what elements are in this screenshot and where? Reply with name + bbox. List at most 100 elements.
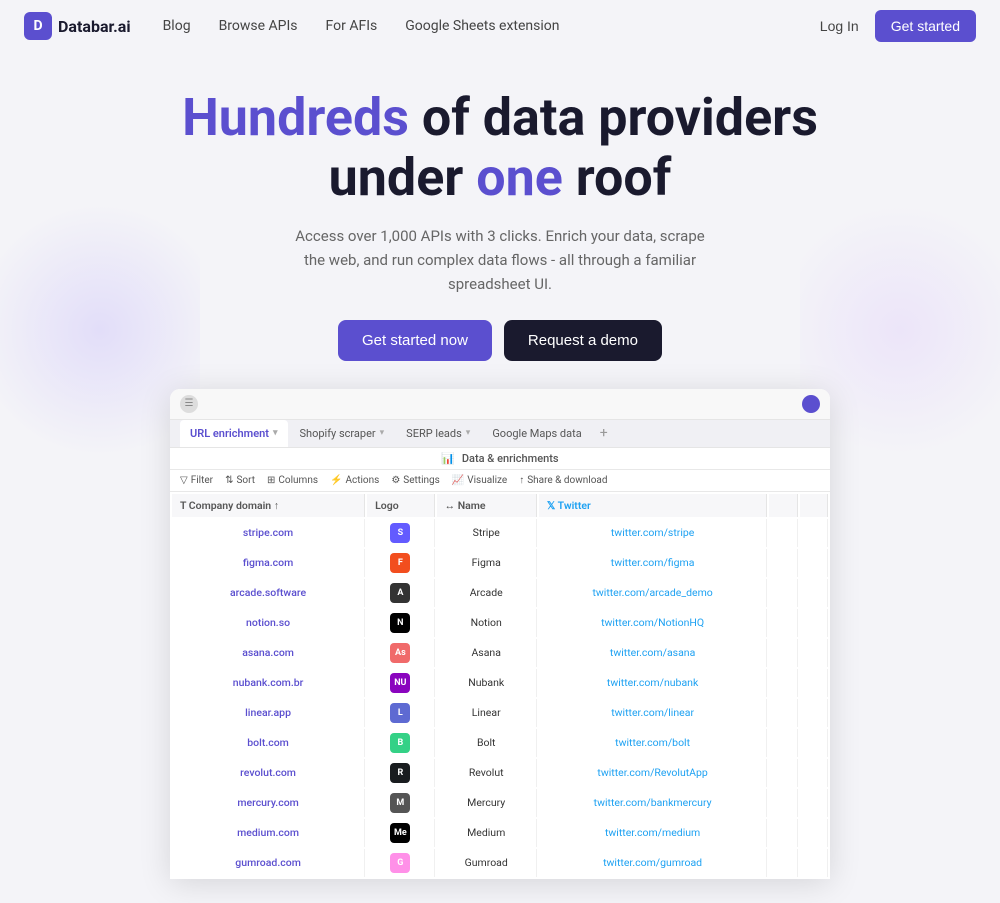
cell-empty1 xyxy=(769,819,797,847)
nav-right: Log In Get started xyxy=(820,10,976,42)
cell-company: bolt.com xyxy=(172,729,365,757)
table-row: gumroad.com G Gumroad twitter.com/gumroa… xyxy=(172,849,828,877)
nav-link-browse-apis[interactable]: Browse APIs xyxy=(219,18,298,34)
data-table: T Company domain ↑ Logo ↔ Name 𝕏 Twitter… xyxy=(170,492,830,879)
cell-empty1 xyxy=(769,849,797,877)
table-header-row: T Company domain ↑ Logo ↔ Name 𝕏 Twitter xyxy=(172,494,828,517)
cell-name: Notion xyxy=(437,609,537,637)
cell-empty1 xyxy=(769,579,797,607)
dash-sheet-label: 📊 Data & enrichments xyxy=(170,448,830,470)
cell-company: nubank.com.br xyxy=(172,669,365,697)
cell-twitter: twitter.com/NotionHQ xyxy=(539,609,768,637)
toolbar-columns[interactable]: ⊞ Columns xyxy=(267,475,318,486)
cell-name: Stripe xyxy=(437,519,537,547)
cell-twitter: twitter.com/bolt xyxy=(539,729,768,757)
nav-logo[interactable]: D Databar.ai xyxy=(24,12,131,40)
hero-heading-hundreds: Hundreds xyxy=(182,87,409,148)
cell-company: gumroad.com xyxy=(172,849,365,877)
cell-name: Gumroad xyxy=(437,849,537,877)
cell-logo: A xyxy=(367,579,434,607)
cell-company: asana.com xyxy=(172,639,365,667)
table-row: asana.com As Asana twitter.com/asana xyxy=(172,639,828,667)
cell-logo: Me xyxy=(367,819,434,847)
table-row: revolut.com R Revolut twitter.com/Revolu… xyxy=(172,759,828,787)
dash-tab-shopify-scraper[interactable]: Shopify scraper ▾ xyxy=(290,420,395,447)
cell-empty2 xyxy=(800,519,828,547)
table-row: stripe.com S Stripe twitter.com/stripe xyxy=(172,519,828,547)
table-row: notion.so N Notion twitter.com/NotionHQ xyxy=(172,609,828,637)
sheet-icon: 📊 xyxy=(441,452,455,465)
col-header-logo: Logo xyxy=(367,494,434,517)
cell-empty1 xyxy=(769,639,797,667)
cell-company: mercury.com xyxy=(172,789,365,817)
login-button[interactable]: Log In xyxy=(820,18,859,34)
cell-logo: M xyxy=(367,789,434,817)
hero-heading: Hundreds of data providers under one roo… xyxy=(20,88,980,208)
cell-logo: G xyxy=(367,849,434,877)
cell-twitter: twitter.com/asana xyxy=(539,639,768,667)
toolbar-actions[interactable]: ⚡ Actions xyxy=(330,475,379,486)
logo-text: Databar.ai xyxy=(58,17,131,36)
col-header-empty1 xyxy=(769,494,797,517)
col-header-company: T Company domain ↑ xyxy=(172,494,365,517)
cell-name: Arcade xyxy=(437,579,537,607)
cell-name: Asana xyxy=(437,639,537,667)
table-row: linear.app L Linear twitter.com/linear xyxy=(172,699,828,727)
toolbar-share-download[interactable]: ↑ Share & download xyxy=(519,475,607,486)
cell-name: Linear xyxy=(437,699,537,727)
hero-section: Hundreds of data providers under one roo… xyxy=(0,52,1000,903)
columns-icon: ⊞ xyxy=(267,475,275,486)
dash-toolbar: ▽ Filter ⇅ Sort ⊞ Columns ⚡ Actions ⚙ xyxy=(170,470,830,492)
cell-company: arcade.software xyxy=(172,579,365,607)
toolbar-sort[interactable]: ⇅ Sort xyxy=(225,475,255,486)
dash-tab-url-enrichment[interactable]: URL enrichment ▾ xyxy=(180,420,288,447)
dash-menu-icon: ☰ xyxy=(180,395,198,413)
toolbar-visualize[interactable]: 📈 Visualize xyxy=(452,475,507,486)
cell-empty2 xyxy=(800,819,828,847)
toolbar-filter[interactable]: ▽ Filter xyxy=(180,475,213,486)
cell-empty1 xyxy=(769,699,797,727)
dash-tabs: URL enrichment ▾ Shopify scraper ▾ SERP … xyxy=(170,420,830,448)
hero-subtext: Access over 1,000 APIs with 3 clicks. En… xyxy=(290,224,710,296)
nav-links: Blog Browse APIs For AFIs Google Sheets … xyxy=(163,18,560,34)
table-row: nubank.com.br NU Nubank twitter.com/nuba… xyxy=(172,669,828,697)
cell-empty1 xyxy=(769,789,797,817)
cell-logo: N xyxy=(367,609,434,637)
col-header-twitter: 𝕏 Twitter xyxy=(539,494,768,517)
cell-empty1 xyxy=(769,669,797,697)
cell-empty2 xyxy=(800,849,828,877)
nav-link-for-afis[interactable]: For AFIs xyxy=(326,18,378,34)
cell-twitter: twitter.com/stripe xyxy=(539,519,768,547)
cell-logo: B xyxy=(367,729,434,757)
cell-empty2 xyxy=(800,789,828,817)
nav-link-sheets-ext[interactable]: Google Sheets extension xyxy=(405,18,559,34)
cell-empty1 xyxy=(769,609,797,637)
cell-name: Mercury xyxy=(437,789,537,817)
cell-name: Medium xyxy=(437,819,537,847)
get-started-hero-button[interactable]: Get started now xyxy=(338,320,492,361)
cell-twitter: twitter.com/medium xyxy=(539,819,768,847)
hero-heading-part4: roof xyxy=(563,147,672,208)
cell-logo: S xyxy=(367,519,434,547)
cell-company: linear.app xyxy=(172,699,365,727)
table-row: bolt.com B Bolt twitter.com/bolt xyxy=(172,729,828,757)
add-tab-button[interactable]: + xyxy=(594,423,614,443)
cell-empty1 xyxy=(769,759,797,787)
share-icon: ↑ xyxy=(519,475,524,486)
cell-empty2 xyxy=(800,609,828,637)
nav-link-blog[interactable]: Blog xyxy=(163,18,191,34)
request-demo-button[interactable]: Request a demo xyxy=(504,320,662,361)
cell-twitter: twitter.com/arcade_demo xyxy=(539,579,768,607)
hero-heading-part3: under xyxy=(329,147,477,208)
cell-company: notion.so xyxy=(172,609,365,637)
table-row: mercury.com M Mercury twitter.com/bankme… xyxy=(172,789,828,817)
cell-empty2 xyxy=(800,669,828,697)
get-started-nav-button[interactable]: Get started xyxy=(875,10,976,42)
cell-name: Nubank xyxy=(437,669,537,697)
toolbar-settings[interactable]: ⚙ Settings xyxy=(391,475,439,486)
dash-tab-serp-leads[interactable]: SERP leads ▾ xyxy=(396,420,480,447)
filter-icon: ▽ xyxy=(180,475,188,486)
hero-heading-one: one xyxy=(476,147,563,208)
cell-twitter: twitter.com/linear xyxy=(539,699,768,727)
dash-tab-google-maps[interactable]: Google Maps data xyxy=(482,420,591,447)
